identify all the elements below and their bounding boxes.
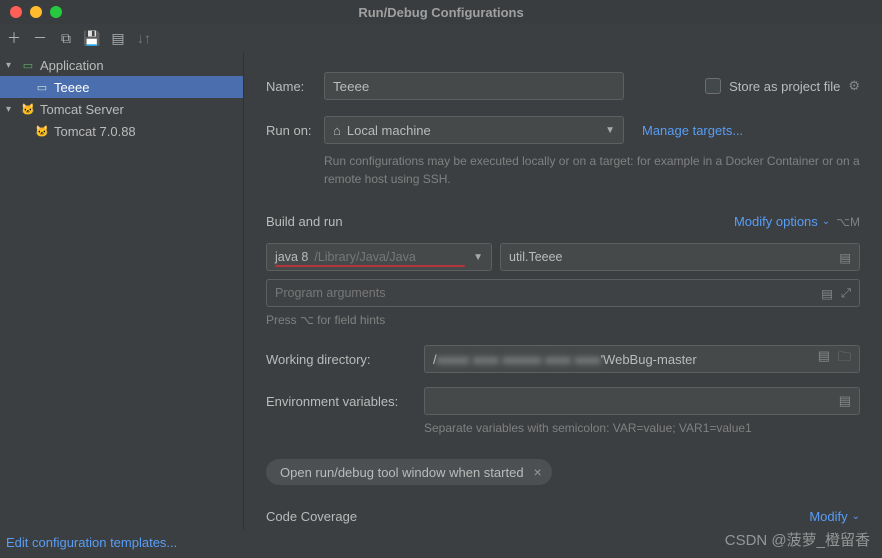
fullscreen-icon[interactable]: ⤢ <box>841 286 851 301</box>
name-input[interactable] <box>324 72 624 100</box>
chevron-down-icon: ▼ <box>605 125 615 136</box>
sidebar-item-tomcat-server[interactable]: ▾ 🐱 Tomcat Server <box>0 98 243 120</box>
maximize-window-icon[interactable] <box>50 6 62 18</box>
main-class-input[interactable]: util.Teeee ▤ <box>500 243 860 271</box>
redacted-path: xxxxx xxxx xxxxxx xxxx xxxx <box>437 352 601 367</box>
window-title: Run/Debug Configurations <box>358 5 523 20</box>
edit-templates-link[interactable]: Edit configuration templates... <box>6 535 177 550</box>
expand-icon[interactable]: ▤ <box>839 250 851 265</box>
coverage-title: Code Coverage <box>266 509 357 524</box>
name-label: Name: <box>266 79 324 94</box>
expand-icon[interactable]: ▤ <box>839 393 851 409</box>
chevron-down-icon: ⌄ <box>852 511 860 522</box>
workdir-label: Working directory: <box>266 352 424 367</box>
application-icon: ▭ <box>20 58 36 72</box>
jdk-version: java 8 <box>275 250 308 264</box>
sidebar-item-label: Application <box>40 58 104 73</box>
folder-icon[interactable]: 🗀 <box>838 348 851 370</box>
sidebar-item-application[interactable]: ▾ ▭ Application <box>0 54 243 76</box>
chevron-down-icon: ▼ <box>473 252 483 263</box>
footer: Edit configuration templates... <box>6 535 177 550</box>
titlebar: Run/Debug Configurations <box>0 0 882 24</box>
runon-label: Run on: <box>266 123 324 138</box>
sidebar-item-tomcat7[interactable]: 🐱 Tomcat 7.0.88 <box>0 120 243 142</box>
open-tool-window-chip[interactable]: Open run/debug tool window when started … <box>266 459 552 485</box>
add-icon[interactable]: ＋ <box>6 30 22 46</box>
remove-icon[interactable]: － <box>32 30 48 46</box>
jdk-select[interactable]: java 8 /Library/Java/Java ▼ <box>266 243 492 271</box>
code-coverage-section: Code Coverage Modify ⌄ Packages and clas… <box>266 509 860 530</box>
chevron-down-icon: ▾ <box>6 60 20 71</box>
manage-targets-link[interactable]: Manage targets... <box>642 123 743 138</box>
chevron-down-icon: ⌄ <box>822 216 830 227</box>
sort-icon[interactable]: ↓↑ <box>136 30 152 46</box>
env-hint: Separate variables with semicolon: VAR=v… <box>424 421 860 435</box>
runon-value: Local machine <box>347 123 431 138</box>
expand-icon[interactable]: ▤ <box>818 348 830 370</box>
shortcut-hint: ⌥M <box>836 215 860 229</box>
sidebar-item-label: Teeee <box>54 80 89 95</box>
sidebar-item-label: Tomcat 7.0.88 <box>54 124 136 139</box>
workdir-input[interactable]: /xxxxx xxxx xxxxxx xxxx xxxx'WebBug-mast… <box>424 345 860 373</box>
runon-select[interactable]: ⌂ Local machine ▼ <box>324 116 624 144</box>
save-icon[interactable]: 💾 <box>84 30 100 46</box>
tomcat-icon: 🐱 <box>34 124 50 138</box>
window-traffic-lights <box>0 6 62 18</box>
chip-label: Open run/debug tool window when started <box>280 465 524 480</box>
jdk-path: /Library/Java/Java <box>314 250 415 264</box>
program-arguments-input[interactable]: Program arguments ▤ ⤢ <box>266 279 860 307</box>
sidebar: ▾ ▭ Application ▭ Teeee ▾ 🐱 Tomcat Serve… <box>0 52 244 530</box>
close-icon[interactable]: × <box>534 464 542 480</box>
copy-icon[interactable]: ⧉ <box>58 30 74 46</box>
content-panel: Name: Store as project file ⚙ Run on: ⌂ L… <box>244 52 882 530</box>
toolbar: ＋ － ⧉ 💾 ▤ ↓↑ <box>0 24 882 52</box>
build-and-run-section: Build and run Modify options ⌄ ⌥M java 8… <box>266 214 860 485</box>
sidebar-item-label: Tomcat Server <box>40 102 124 117</box>
program-arguments-placeholder: Program arguments <box>275 286 385 300</box>
main-class-value: util.Teeee <box>509 250 563 264</box>
env-label: Environment variables: <box>266 394 424 409</box>
store-as-project-file[interactable]: Store as project file ⚙ <box>705 78 860 94</box>
gear-icon[interactable]: ⚙ <box>848 78 860 94</box>
section-title: Build and run <box>266 214 343 229</box>
application-icon: ▭ <box>34 80 50 94</box>
minimize-window-icon[interactable] <box>30 6 42 18</box>
watermark: CSDN @菠萝_橙留香 <box>725 529 870 550</box>
config-tree: ▾ ▭ Application ▭ Teeee ▾ 🐱 Tomcat Serve… <box>0 52 243 530</box>
expand-icon[interactable]: ▤ <box>821 286 833 301</box>
env-input[interactable]: ▤ <box>424 387 860 415</box>
checkbox-icon[interactable] <box>705 78 721 94</box>
field-hint: Press ⌥ for field hints <box>266 313 860 327</box>
modify-options-link[interactable]: Modify options ⌄ <box>734 214 830 229</box>
store-label: Store as project file <box>729 79 840 94</box>
sidebar-item-teeee[interactable]: ▭ Teeee <box>0 76 243 98</box>
modify-coverage-link[interactable]: Modify ⌄ <box>809 509 860 524</box>
runon-hint: Run configurations may be executed local… <box>324 152 860 188</box>
close-window-icon[interactable] <box>10 6 22 18</box>
tomcat-icon: 🐱 <box>20 102 36 116</box>
folder-icon[interactable]: ▤ <box>110 30 126 46</box>
chevron-down-icon: ▾ <box>6 104 20 115</box>
home-icon: ⌂ <box>333 123 341 138</box>
